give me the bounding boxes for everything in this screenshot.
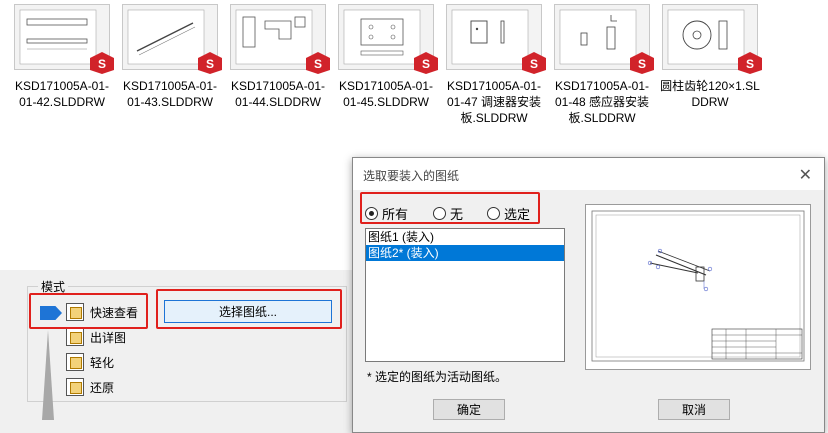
file-thumbnail: S: [554, 4, 654, 74]
file-thumbnail: S: [662, 4, 762, 74]
close-icon[interactable]: ✕: [799, 165, 812, 185]
drawing-preview-icon: [451, 9, 529, 65]
solidworks-drawing-icon: S: [738, 52, 762, 74]
highlight-quick-view: [29, 293, 148, 329]
solidworks-drawing-icon: S: [630, 52, 654, 74]
drawing-preview-icon: [559, 9, 637, 65]
sheet-preview: [585, 204, 811, 370]
file-name: KSD171005A-01-01-42.SLDDRW: [14, 79, 110, 109]
file-item[interactable]: S KSD171005A-01-01-47 调速器安装板.SLDDRW: [442, 4, 546, 126]
highlight-radio-group: [360, 192, 540, 224]
select-sheets-dialog: 选取要装入的图纸 ✕ 所有 无 选定 图纸1 (装入) 图纸2* (装入) * …: [352, 157, 825, 433]
file-item[interactable]: S KSD171005A-01-01-43.SLDDRW: [118, 4, 222, 110]
file-item[interactable]: S 圆柱齿轮120×1.SLDDRW: [658, 4, 762, 110]
svg-text:S: S: [746, 57, 754, 71]
drawing-preview-icon: [19, 9, 97, 65]
drawing-preview-icon: [667, 9, 745, 65]
file-item[interactable]: S KSD171005A-01-01-45.SLDDRW: [334, 4, 438, 110]
drawing-preview-icon: [235, 9, 313, 65]
drawing-preview-icon: [127, 9, 205, 65]
mode-slider-track: [42, 330, 54, 420]
file-item[interactable]: S KSD171005A-01-01-44.SLDDRW: [226, 4, 330, 110]
dialog-title: 选取要装入的图纸: [363, 169, 460, 183]
active-sheet-note: * 选定的图纸为活动图纸。: [367, 370, 508, 384]
solidworks-drawing-icon: S: [414, 52, 438, 74]
mode-label: 出详图: [90, 330, 127, 345]
detailing-icon: [66, 328, 84, 346]
solidworks-drawing-icon: S: [306, 52, 330, 74]
drawing-preview-icon: [343, 9, 421, 65]
file-name: KSD171005A-01-01-48 感应器安装板.SLDDRW: [554, 79, 650, 125]
svg-text:S: S: [98, 57, 106, 71]
solidworks-drawing-icon: S: [522, 52, 546, 74]
resolved-icon: [66, 378, 84, 396]
solidworks-drawing-icon: S: [198, 52, 222, 74]
file-name: KSD171005A-01-01-44.SLDDRW: [230, 79, 326, 109]
highlight-select-sheets: [156, 289, 342, 329]
file-name: KSD171005A-01-01-43.SLDDRW: [122, 79, 218, 109]
mode-resolved[interactable]: 还原: [66, 377, 114, 397]
file-thumbnail: S: [230, 4, 330, 74]
svg-text:S: S: [422, 57, 430, 71]
mode-label: 还原: [90, 380, 115, 395]
mode-detailing[interactable]: 出详图: [66, 327, 126, 347]
file-thumbnail: S: [446, 4, 546, 74]
file-thumbnail: S: [338, 4, 438, 74]
svg-text:S: S: [638, 57, 646, 71]
mode-label: 轻化: [90, 355, 115, 370]
file-name: KSD171005A-01-01-45.SLDDRW: [338, 79, 434, 109]
svg-text:S: S: [530, 57, 538, 71]
file-thumbnail: S: [14, 4, 114, 74]
solidworks-drawing-icon: S: [90, 52, 114, 74]
file-item[interactable]: S KSD171005A-01-01-48 感应器安装板.SLDDRW: [550, 4, 654, 126]
svg-text:S: S: [314, 57, 322, 71]
sheet-preview-drawing: [591, 210, 805, 362]
lightweight-icon: [66, 353, 84, 371]
file-name: 圆柱齿轮120×1.SLDDRW: [660, 79, 760, 109]
sheet-list-item[interactable]: 图纸1 (装入): [366, 229, 564, 245]
sheet-list[interactable]: 图纸1 (装入) 图纸2* (装入): [365, 228, 565, 362]
file-name: KSD171005A-01-01-47 调速器安装板.SLDDRW: [446, 79, 542, 125]
file-thumbnail: S: [122, 4, 222, 74]
ok-button[interactable]: 确定: [433, 399, 505, 420]
svg-text:S: S: [206, 57, 214, 71]
dialog-titlebar: 选取要装入的图纸 ✕: [353, 158, 824, 190]
mode-lightweight[interactable]: 轻化: [66, 352, 114, 372]
file-item[interactable]: S KSD171005A-01-01-42.SLDDRW: [10, 4, 114, 110]
cancel-button[interactable]: 取消: [658, 399, 730, 420]
sheet-list-item-selected[interactable]: 图纸2* (装入): [366, 245, 564, 261]
